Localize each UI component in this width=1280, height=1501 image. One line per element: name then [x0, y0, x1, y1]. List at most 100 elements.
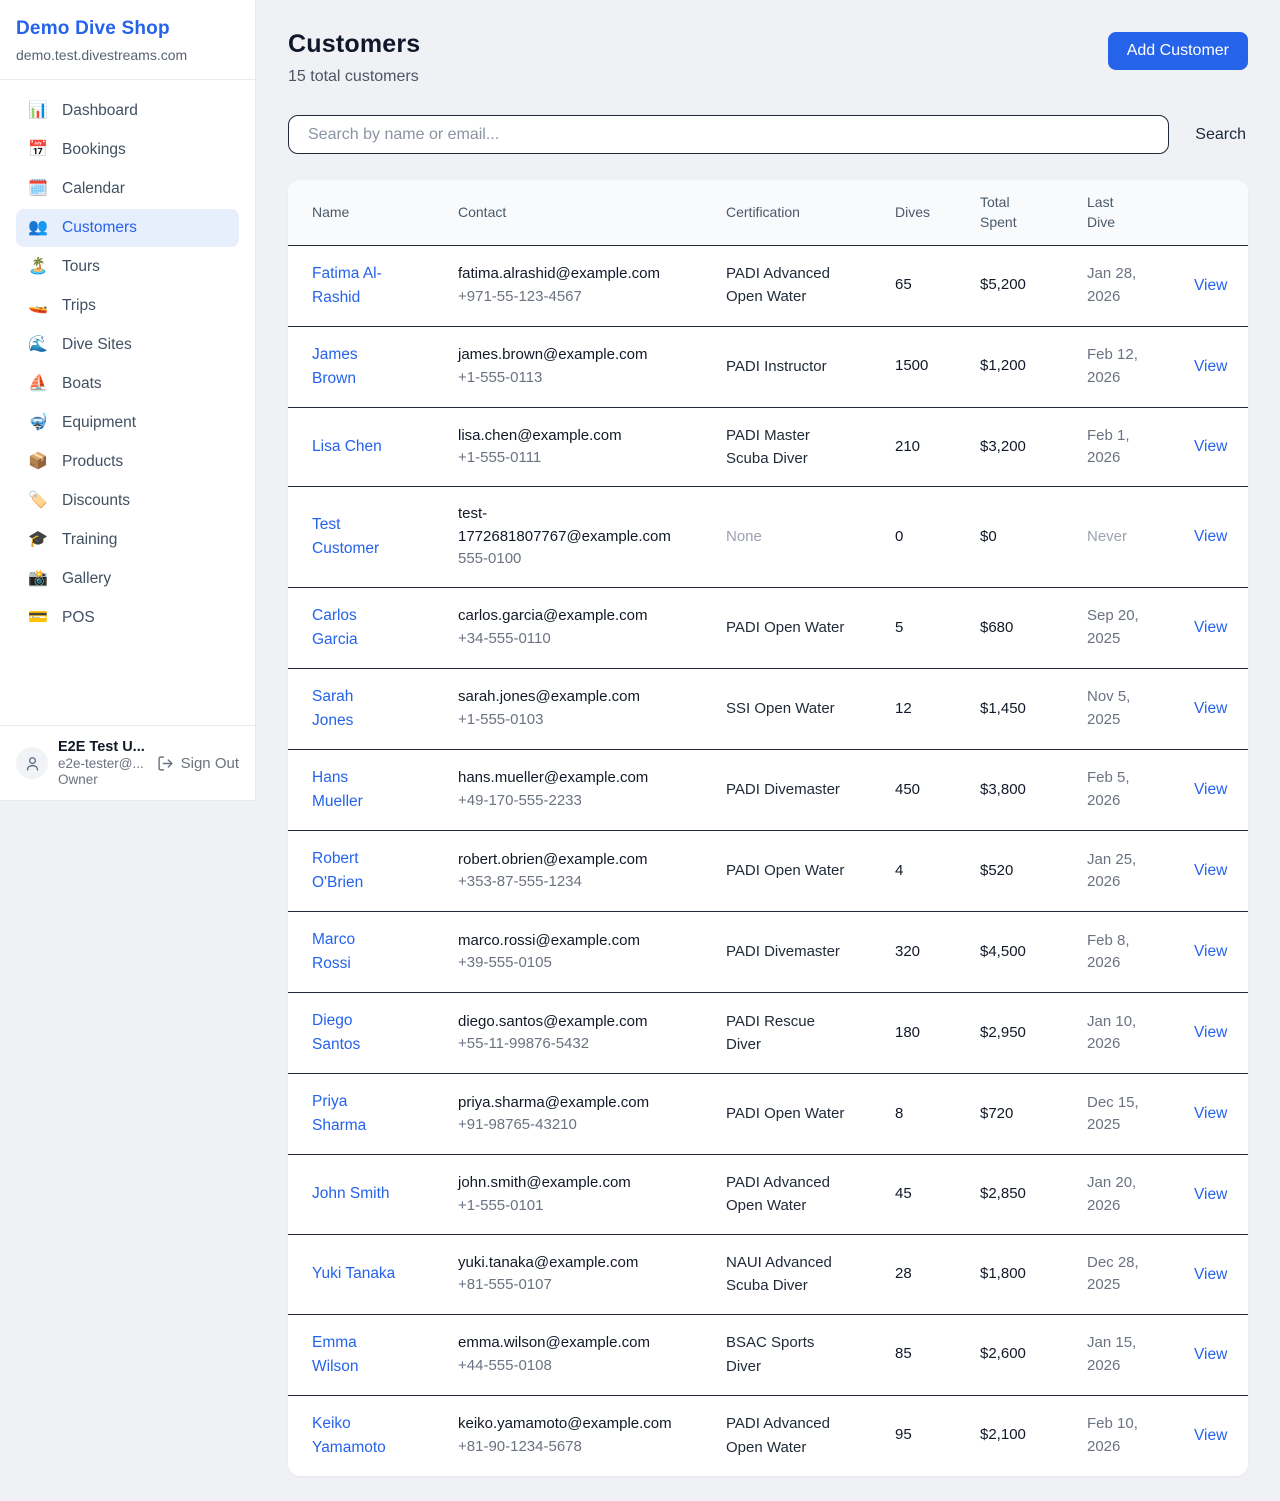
sidebar-item-pos[interactable]: 💳 POS	[16, 599, 239, 637]
customer-last-dive: Dec 28, 2025	[1087, 1252, 1147, 1297]
customer-name-link[interactable]: Sarah Jones	[312, 685, 397, 733]
view-customer-link[interactable]: View	[1194, 1346, 1227, 1363]
page-title-block: Customers 15 total customers	[288, 30, 420, 86]
customer-last-dive: Dec 15, 2025	[1087, 1092, 1147, 1137]
table-row: Diego Santos diego.santos@example.com +5…	[288, 993, 1248, 1074]
customer-name-link[interactable]: Emma Wilson	[312, 1331, 397, 1379]
customer-name-link[interactable]: Lisa Chen	[312, 435, 382, 459]
sidebar-item-dive-sites[interactable]: 🌊 Dive Sites	[16, 326, 239, 364]
nav-icon: ⛵	[28, 376, 48, 392]
column-header-contact: Contact	[458, 180, 726, 245]
customer-certification: PADI Advanced Open Water	[726, 1171, 849, 1218]
view-customer-link[interactable]: View	[1194, 1024, 1227, 1041]
view-customer-link[interactable]: View	[1194, 438, 1227, 455]
nav-icon: 📅	[28, 142, 48, 158]
customer-last-dive: Jan 10, 2026	[1087, 1011, 1147, 1056]
customer-name-link[interactable]: John Smith	[312, 1182, 390, 1206]
customer-dives: 65	[895, 245, 980, 326]
customer-name-link[interactable]: Fatima Al-Rashid	[312, 262, 397, 310]
view-customer-link[interactable]: View	[1194, 1266, 1227, 1283]
table-row: John Smith john.smith@example.com +1-555…	[288, 1155, 1248, 1235]
user-role: Owner	[58, 772, 145, 787]
customer-name-link[interactable]: Keiko Yamamoto	[312, 1412, 397, 1460]
nav-icon: 🌊	[28, 337, 48, 353]
search-button[interactable]: Search	[1193, 118, 1248, 152]
sidebar-item-tours[interactable]: 🏝️ Tours	[16, 248, 239, 286]
page-subtitle: 15 total customers	[288, 68, 420, 86]
customer-email: keiko.yamamoto@example.com	[458, 1413, 673, 1436]
customer-name-link[interactable]: Hans Mueller	[312, 766, 397, 814]
view-customer-link[interactable]: View	[1194, 619, 1227, 636]
customer-name-link[interactable]: Priya Sharma	[312, 1090, 397, 1138]
customer-certification: PADI Instructor	[726, 355, 827, 378]
customer-phone: +44-555-0108	[458, 1355, 706, 1378]
view-customer-link[interactable]: View	[1194, 277, 1227, 294]
table-row: Priya Sharma priya.sharma@example.com +9…	[288, 1074, 1248, 1155]
customer-certification: PADI Advanced Open Water	[726, 1412, 849, 1459]
customer-phone: +34-555-0110	[458, 628, 706, 651]
sidebar-item-trips[interactable]: 🚤 Trips	[16, 287, 239, 325]
view-customer-link[interactable]: View	[1194, 1105, 1227, 1122]
sidebar-item-label: Tours	[62, 258, 100, 276]
sidebar-item-equipment[interactable]: 🤿 Equipment	[16, 404, 239, 442]
customer-total-spent: $2,600	[980, 1314, 1087, 1395]
table-header-row: Name Contact Certification Dives Total S…	[288, 180, 1248, 245]
customer-email: sarah.jones@example.com	[458, 686, 673, 709]
customer-dives: 8	[895, 1074, 980, 1155]
add-customer-button[interactable]: Add Customer	[1108, 32, 1248, 70]
customer-email: marco.rossi@example.com	[458, 930, 673, 953]
page-title: Customers	[288, 30, 420, 59]
customer-total-spent: $4,500	[980, 912, 1087, 993]
sign-out-label: Sign Out	[181, 755, 239, 772]
shop-domain: demo.test.divestreams.com	[16, 47, 239, 63]
customer-name-link[interactable]: Yuki Tanaka	[312, 1262, 395, 1286]
customer-name-link[interactable]: Marco Rossi	[312, 928, 397, 976]
customer-phone: +55-11-99876-5432	[458, 1033, 706, 1056]
customer-name-link[interactable]: James Brown	[312, 343, 397, 391]
customer-email: james.brown@example.com	[458, 344, 673, 367]
search-input[interactable]	[288, 115, 1169, 154]
logout-icon	[157, 755, 174, 772]
view-customer-link[interactable]: View	[1194, 862, 1227, 879]
sidebar-item-training[interactable]: 🎓 Training	[16, 521, 239, 559]
customer-name-link[interactable]: Test Customer	[312, 513, 397, 561]
user-footer: E2E Test U... e2e-tester@... Owner Sign …	[0, 725, 255, 800]
customer-dives: 210	[895, 407, 980, 487]
sidebar-item-gallery[interactable]: 📸 Gallery	[16, 560, 239, 598]
customer-name-link[interactable]: Carlos Garcia	[312, 604, 397, 652]
sign-out-button[interactable]: Sign Out	[157, 755, 239, 772]
view-customer-link[interactable]: View	[1194, 1186, 1227, 1203]
table-row: Keiko Yamamoto keiko.yamamoto@example.co…	[288, 1395, 1248, 1476]
sidebar-item-customers[interactable]: 👥 Customers	[16, 209, 239, 247]
sidebar-item-discounts[interactable]: 🏷️ Discounts	[16, 482, 239, 520]
view-customer-link[interactable]: View	[1194, 358, 1227, 375]
sidebar-item-calendar[interactable]: 🗓️ Calendar	[16, 170, 239, 208]
view-customer-link[interactable]: View	[1194, 528, 1227, 545]
customer-phone: +91-98765-43210	[458, 1114, 706, 1137]
customer-last-dive: Jan 20, 2026	[1087, 1172, 1147, 1217]
customer-total-spent: $3,200	[980, 407, 1087, 487]
customer-certification: BSAC Sports Diver	[726, 1331, 849, 1378]
sidebar-item-label: Calendar	[62, 180, 125, 198]
view-customer-link[interactable]: View	[1194, 781, 1227, 798]
nav-icon: 🏝️	[28, 259, 48, 275]
customer-last-dive: Feb 1, 2026	[1087, 425, 1147, 470]
sidebar-item-dashboard[interactable]: 📊 Dashboard	[16, 92, 239, 130]
customer-certification: PADI Open Water	[726, 859, 844, 882]
nav-icon: 💳	[28, 610, 48, 626]
customer-name-link[interactable]: Diego Santos	[312, 1009, 397, 1057]
view-customer-link[interactable]: View	[1194, 943, 1227, 960]
customer-phone: +39-555-0105	[458, 952, 706, 975]
sidebar-item-boats[interactable]: ⛵ Boats	[16, 365, 239, 403]
sidebar: Demo Dive Shop demo.test.divestreams.com…	[0, 0, 256, 801]
customer-email: lisa.chen@example.com	[458, 425, 673, 448]
customer-name-link[interactable]: Robert O'Brien	[312, 847, 397, 895]
sidebar-item-bookings[interactable]: 📅 Bookings	[16, 131, 239, 169]
customer-email: fatima.alrashid@example.com	[458, 263, 673, 286]
customer-dives: 4	[895, 831, 980, 912]
view-customer-link[interactable]: View	[1194, 700, 1227, 717]
view-customer-link[interactable]: View	[1194, 1427, 1227, 1444]
customer-phone: +1-555-0101	[458, 1195, 706, 1218]
column-header-certification: Certification	[726, 180, 895, 245]
sidebar-item-products[interactable]: 📦 Products	[16, 443, 239, 481]
